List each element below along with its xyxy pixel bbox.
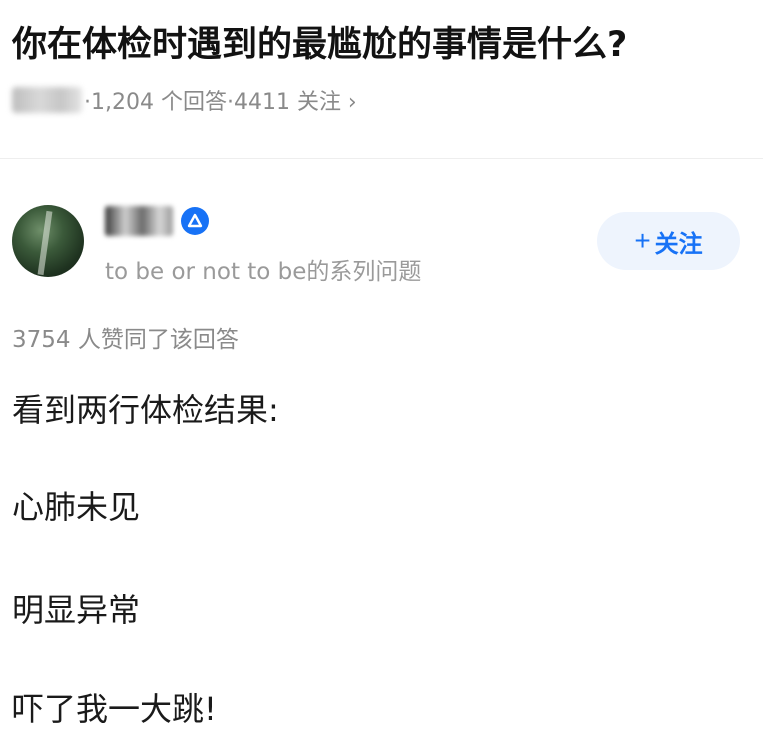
- answer-line: 吓了我一大跳!: [12, 690, 217, 728]
- blurred-source-label: [12, 87, 82, 113]
- answer-line: 看到两行体检结果:: [12, 391, 279, 429]
- author-name-row[interactable]: [105, 206, 209, 236]
- author-bio: to be or not to be的系列问题: [105, 259, 422, 285]
- follow-button[interactable]: + 关注: [597, 212, 740, 270]
- plus-icon: +: [634, 225, 651, 256]
- blurred-author-name: [105, 206, 173, 236]
- follow-button-label: 关注: [654, 230, 703, 258]
- vote-count: 3754 人赞同了该回答: [12, 327, 239, 353]
- question-title: 你在体检时遇到的最尴尬的事情是什么?: [12, 25, 628, 65]
- author-avatar[interactable]: [12, 205, 84, 277]
- verified-badge-icon: [181, 207, 209, 235]
- answer-line: 心肺未见: [12, 488, 141, 526]
- question-meta[interactable]: ·1,204 个回答·4411 关注 ›: [12, 84, 357, 116]
- answer-line: 明显异常: [12, 591, 141, 629]
- question-stats: ·1,204 个回答·4411 关注 ›: [84, 90, 357, 115]
- divider: [0, 158, 763, 159]
